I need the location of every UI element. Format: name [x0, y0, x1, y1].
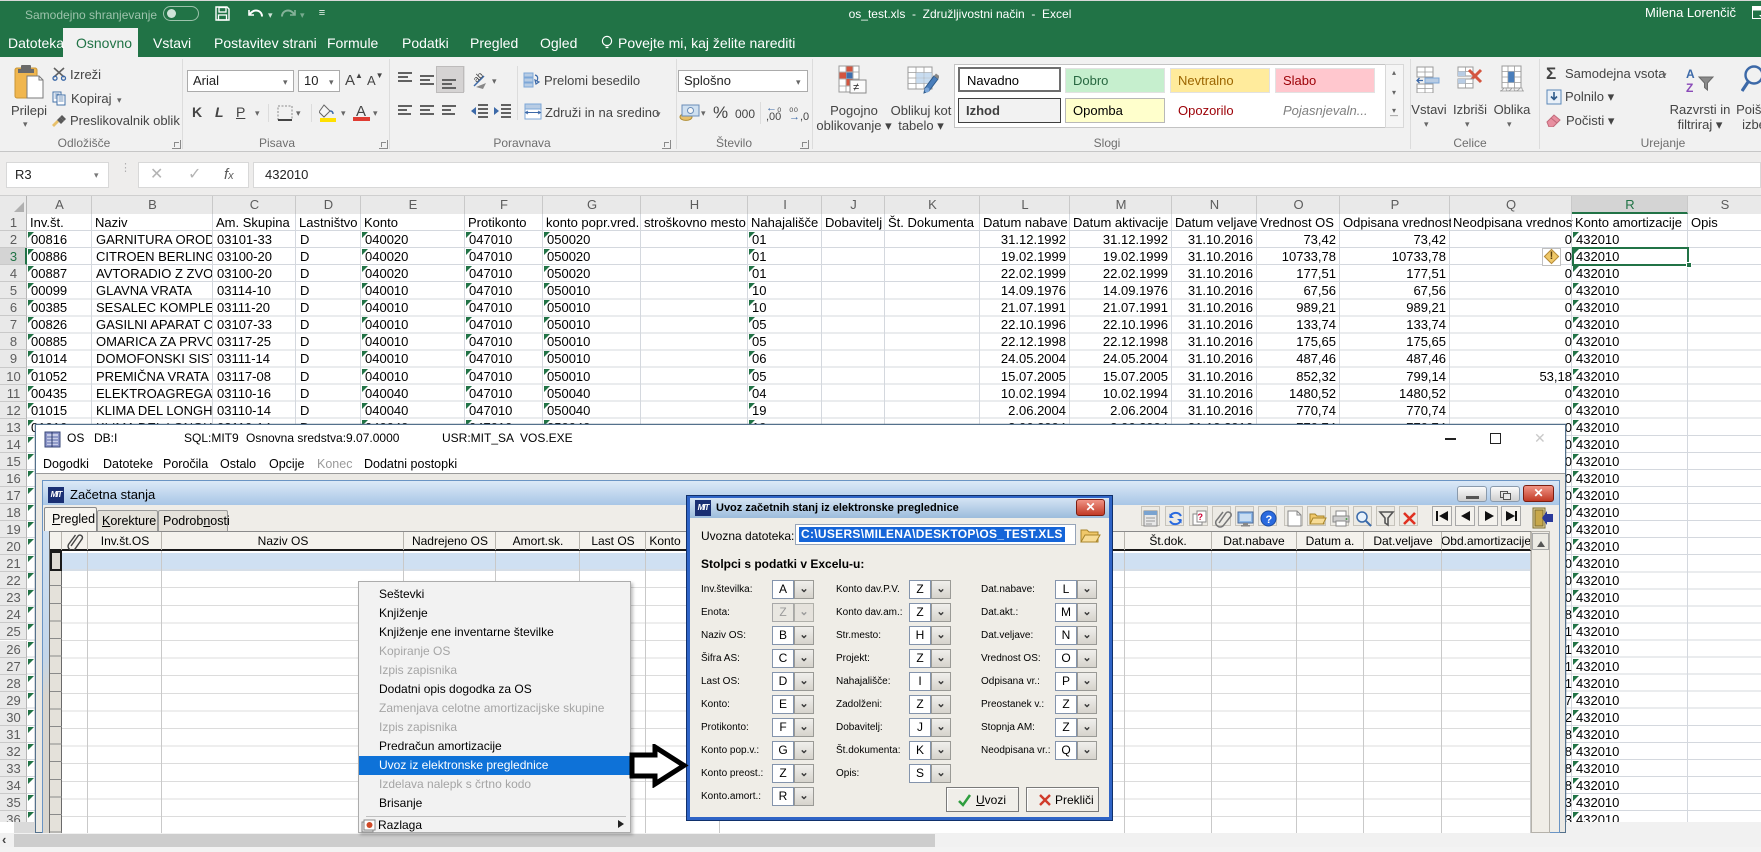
svg-text:?: ? [1198, 512, 1204, 522]
svg-text:?: ? [1266, 514, 1273, 526]
svg-text:A: A [1686, 67, 1695, 81]
svg-text:ab: ab [472, 72, 485, 84]
svg-text:Z: Z [1686, 81, 1693, 95]
svg-text:≠: ≠ [853, 82, 859, 94]
